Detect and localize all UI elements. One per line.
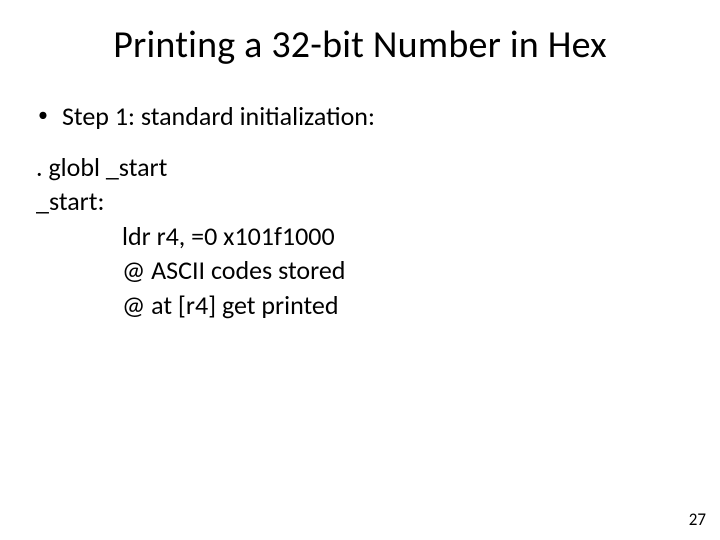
code-line-5: @ at [r4] get printed [122, 289, 684, 322]
code-line-1: . globl _start [36, 151, 684, 184]
code-line-4: @ ASCII codes stored [122, 254, 684, 287]
bullet-dot-icon: • [38, 100, 48, 130]
bullet-item: • Step 1: standard initialization: [36, 100, 684, 133]
slide: Printing a 32-bit Number in Hex • Step 1… [0, 0, 720, 540]
slide-body: • Step 1: standard initialization: . glo… [36, 100, 684, 323]
bullet-text: Step 1: standard initialization: [62, 100, 375, 133]
code-line-3: ldr r4, =0 x101f1000 [122, 220, 684, 253]
code-line-2: _start: [36, 185, 684, 218]
page-number: 27 [689, 509, 706, 530]
slide-title: Printing a 32-bit Number in Hex [0, 22, 720, 68]
